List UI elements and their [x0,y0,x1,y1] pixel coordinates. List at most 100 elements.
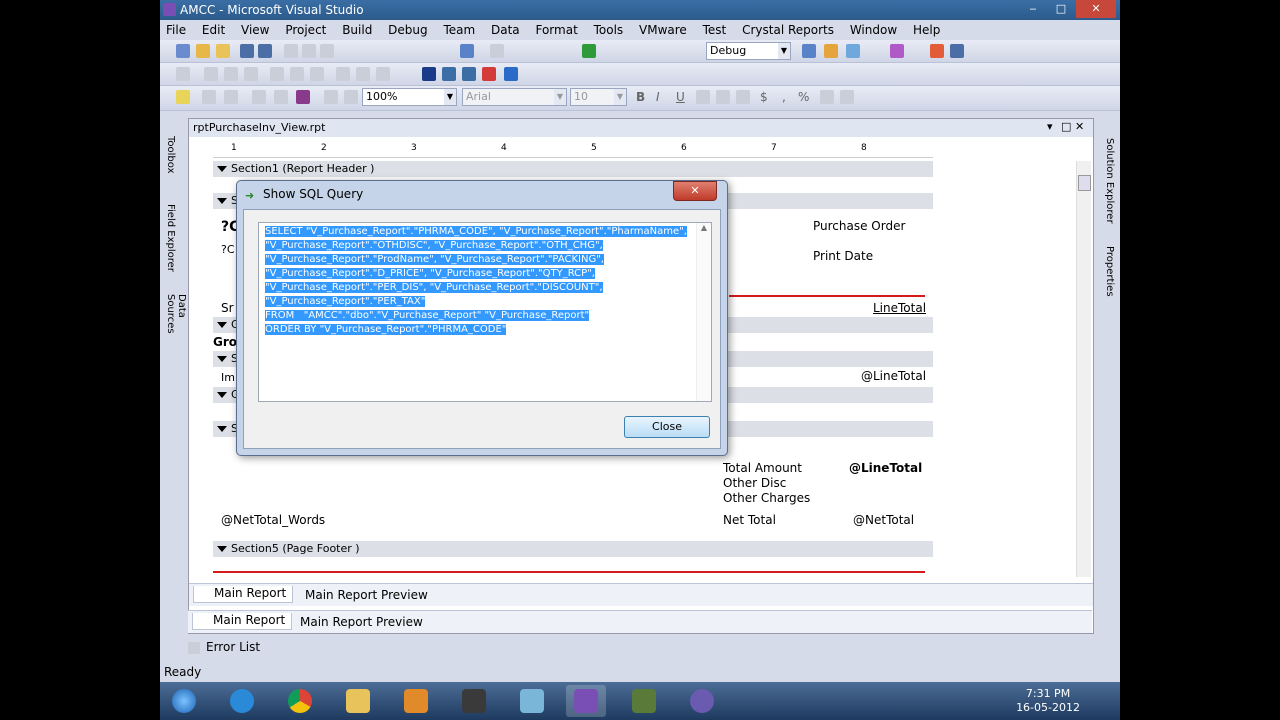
align-middle-icon[interactable] [290,67,304,81]
tab-main-report[interactable]: Main Report [193,586,294,603]
close-window-button[interactable]: ✕ [1076,0,1116,18]
align-text-left-icon[interactable] [696,90,710,104]
taskbar-tools[interactable] [624,685,664,717]
align-bottom-icon[interactable] [310,67,324,81]
report-field[interactable]: Im [221,371,235,384]
data-sources-tab[interactable]: Data Sources [165,294,187,350]
bold-button[interactable]: B [636,90,645,104]
paste-icon[interactable] [320,44,334,58]
align-left-icon[interactable] [204,67,218,81]
dialog-close-button[interactable]: ✕ [673,181,717,201]
section-header-bar[interactable]: Section1 (Report Header ) [213,161,933,177]
sort-icon[interactable] [462,67,476,81]
align-grid-icon[interactable] [176,67,190,81]
taskbar-app[interactable] [512,685,552,717]
align-text-center-icon[interactable] [716,90,730,104]
chart-icon[interactable] [482,67,496,81]
new-project-icon[interactable] [176,44,190,58]
line-total-header[interactable]: LineTotal [873,301,926,315]
menu-file[interactable]: File [160,20,192,37]
taskbar-visual-studio[interactable] [566,685,606,717]
window-icon[interactable] [950,44,964,58]
save-icon[interactable] [240,44,254,58]
font-combo[interactable]: Arial ▼ [462,88,567,106]
menu-help[interactable]: Help [907,20,946,37]
menu-team[interactable]: Team [437,20,481,37]
redo-icon[interactable] [490,44,504,58]
error-list-tab[interactable]: Error List [188,640,488,660]
menu-vmware[interactable]: VMware [633,20,693,37]
percent-button[interactable]: % [798,90,809,104]
menu-tools[interactable]: Tools [588,20,630,37]
solution-explorer-tab[interactable]: Solution Explorer [1104,138,1115,224]
menu-view[interactable]: View [235,20,275,37]
menu-data[interactable]: Data [485,20,526,37]
report-field[interactable]: Sr [221,301,234,315]
currency-button[interactable]: $ [760,90,768,104]
taskbar-chrome[interactable] [280,685,320,717]
net-total-label[interactable]: Net Total [723,513,776,527]
menu-window[interactable]: Window [844,20,903,37]
solution-explorer-icon[interactable] [824,44,838,58]
increase-decimal-icon[interactable] [820,90,834,104]
properties-icon[interactable] [846,44,860,58]
save-all-icon[interactable] [258,44,272,58]
open-file-icon[interactable] [216,44,230,58]
system-clock[interactable]: 7:31 PM 16-05-2012 [1016,687,1080,715]
same-width-icon[interactable] [356,67,370,81]
insert-picture-icon[interactable] [296,90,310,104]
maximize-button[interactable]: □ [1048,0,1074,18]
menu-crystal-reports[interactable]: Crystal Reports [736,20,840,37]
menu-project[interactable]: Project [279,20,332,37]
insert-box-icon[interactable] [252,90,266,104]
print-date-label[interactable]: Print Date [813,249,873,263]
align-text-right-icon[interactable] [736,90,750,104]
line-total-detail[interactable]: @LineTotal [861,369,926,383]
report-scrollbar[interactable] [1076,161,1091,577]
taskbar-crystal[interactable] [682,685,722,717]
document-tab-title[interactable]: rptPurchaseInv_View.rpt [193,121,325,134]
purchase-order-label[interactable]: Purchase Order [813,219,905,233]
align-top-icon[interactable] [270,67,284,81]
minimize-button[interactable]: ‒ [1020,0,1046,18]
thousands-button[interactable]: , [782,90,786,104]
net-total-words-field[interactable]: @NetTotal_Words [221,513,325,527]
taskbar-ie[interactable] [222,685,262,717]
sql-text[interactable]: SELECT "V_Purchase_Report"."PHRMA_CODE",… [265,225,695,337]
sql-textbox[interactable]: SELECT "V_Purchase_Report"."PHRMA_CODE",… [258,222,712,402]
solution-config-combo[interactable]: Debug ▼ [706,42,791,60]
group-icon[interactable] [442,67,456,81]
cut-icon[interactable] [284,44,298,58]
insert-field-icon[interactable] [224,90,238,104]
find-icon[interactable] [802,44,816,58]
open-icon[interactable] [196,44,210,58]
menu-format[interactable]: Format [529,20,583,37]
other-disc-label[interactable]: Other Disc [723,476,786,490]
font-size-combo[interactable]: 10 ▼ [570,88,627,106]
same-height-icon[interactable] [376,67,390,81]
highlight-icon[interactable] [344,90,358,104]
toolbox-tab[interactable]: Toolbox [165,136,176,174]
menu-build[interactable]: Build [336,20,378,37]
align-center-icon[interactable] [224,67,238,81]
same-size-icon[interactable] [336,67,350,81]
start-debug-icon[interactable] [582,44,596,58]
close-button[interactable]: Close [624,416,710,438]
net-total-field[interactable]: @NetTotal [853,513,914,527]
underline-button[interactable]: U [676,90,685,104]
tab-main-report-preview[interactable]: Main Report Preview [305,588,428,602]
italic-button[interactable]: I [656,90,660,104]
taskbar-outlook[interactable] [396,685,436,717]
toolbox-icon[interactable] [930,44,944,58]
field-explorer-tab[interactable]: Field Explorer [165,204,176,272]
other-charges-label[interactable]: Other Charges [723,491,810,505]
line-total-bold[interactable]: @LineTotal [849,461,922,475]
align-right-icon[interactable] [244,67,258,81]
group-label[interactable]: Gro [213,335,237,349]
format-painter-icon[interactable] [324,90,338,104]
insert-text-icon[interactable] [202,90,216,104]
object-browser-icon[interactable] [890,44,904,58]
total-amount-label[interactable]: Total Amount [723,461,802,475]
copy-icon[interactable] [302,44,316,58]
taskbar-explorer[interactable] [338,685,378,717]
